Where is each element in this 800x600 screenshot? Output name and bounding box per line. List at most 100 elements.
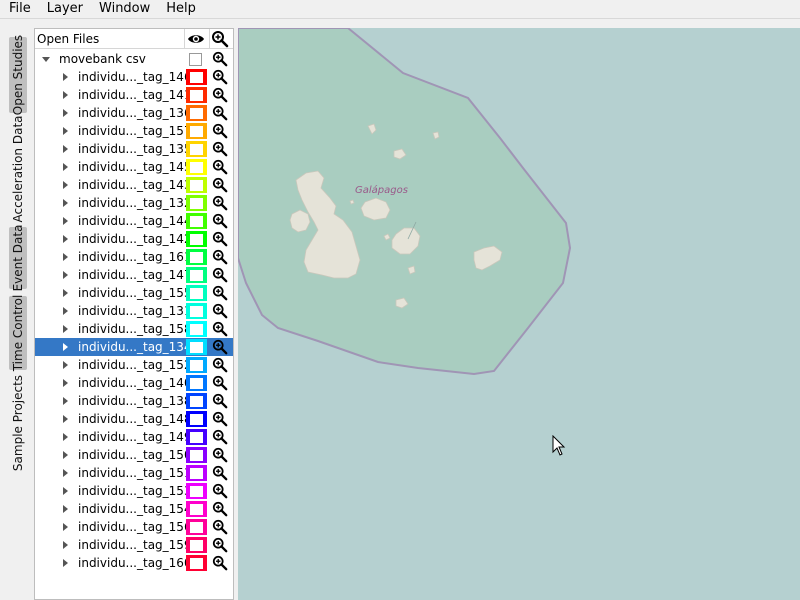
track-color-swatch[interactable] — [186, 393, 207, 409]
track-color-swatch[interactable] — [186, 375, 207, 391]
collapsed-arrow-icon[interactable] — [63, 289, 68, 297]
zoom-to-layer-icon[interactable] — [212, 123, 228, 139]
visibility-checkbox[interactable] — [190, 342, 203, 353]
tree-item-row[interactable]: individu..._tag_144 — [35, 212, 233, 230]
collapsed-arrow-icon[interactable] — [63, 433, 68, 441]
zoom-to-layer-icon[interactable] — [212, 393, 228, 409]
tree-item-row[interactable]: individu..._tag_152 — [35, 356, 233, 374]
visibility-checkbox[interactable] — [190, 486, 203, 497]
zoom-to-layer-icon[interactable] — [212, 231, 228, 247]
track-color-swatch[interactable] — [186, 69, 207, 85]
tree-item-row[interactable]: individu..._tag_135 — [35, 140, 233, 158]
tab-event-data[interactable]: Event Data — [9, 225, 27, 291]
collapsed-arrow-icon[interactable] — [63, 181, 68, 189]
collapsed-arrow-icon[interactable] — [63, 361, 68, 369]
tab-open-studies[interactable]: Open Studies — [9, 35, 27, 115]
track-color-swatch[interactable] — [186, 357, 207, 373]
tree-item-row[interactable]: individu..._tag_132 — [35, 194, 233, 212]
tree-item-row[interactable]: individu..._tag_149 — [35, 428, 233, 446]
visibility-checkbox[interactable] — [190, 180, 203, 191]
zoom-to-layer-icon[interactable] — [212, 177, 228, 193]
zoom-to-layer-icon[interactable] — [212, 339, 228, 355]
track-color-swatch[interactable] — [186, 411, 207, 427]
collapsed-arrow-icon[interactable] — [63, 325, 68, 333]
column-divider[interactable] — [184, 29, 185, 49]
collapsed-arrow-icon[interactable] — [63, 415, 68, 423]
tree-item-row[interactable]: individu..._tag_156 — [35, 518, 233, 536]
tree-item-row[interactable]: individu..._tag_148 — [35, 410, 233, 428]
tree-root-row[interactable]: movebank csv — [35, 50, 233, 68]
zoom-to-layer-icon[interactable] — [212, 375, 228, 391]
tab-sample-projects[interactable]: Sample Projects — [9, 375, 27, 471]
tree-item-row[interactable]: individu..._tag_140 — [35, 374, 233, 392]
zoom-to-layer-icon[interactable] — [212, 519, 228, 535]
track-color-swatch[interactable] — [186, 321, 207, 337]
zoom-to-layer-icon[interactable] — [212, 267, 228, 283]
tree-item-row[interactable]: individu..._tag_151 — [35, 464, 233, 482]
zoom-to-layer-icon[interactable] — [212, 195, 228, 211]
tree-item-row[interactable]: individu..._tag_160 — [35, 554, 233, 572]
tree-item-row[interactable]: individu..._tag_146 — [35, 68, 233, 86]
tree-item-row[interactable]: individu..._tag_142 — [35, 230, 233, 248]
zoom-to-layer-icon[interactable] — [212, 537, 228, 553]
track-color-swatch[interactable] — [186, 303, 207, 319]
menu-layer[interactable]: Layer — [39, 0, 91, 18]
zoom-to-layer-icon[interactable] — [212, 465, 228, 481]
collapsed-arrow-icon[interactable] — [63, 541, 68, 549]
track-color-swatch[interactable] — [186, 555, 207, 571]
track-color-swatch[interactable] — [186, 267, 207, 283]
menu-window[interactable]: Window — [91, 0, 158, 18]
tree-item-row[interactable]: individu..._tag_155 — [35, 284, 233, 302]
zoom-to-layer-icon[interactable] — [212, 87, 228, 103]
visibility-checkbox[interactable] — [190, 198, 203, 209]
track-color-swatch[interactable] — [186, 231, 207, 247]
tree-item-row[interactable]: individu..._tag_150 — [35, 446, 233, 464]
track-color-swatch[interactable] — [186, 249, 207, 265]
collapsed-arrow-icon[interactable] — [63, 451, 68, 459]
collapsed-arrow-icon[interactable] — [63, 91, 68, 99]
tree-item-row[interactable]: individu..._tag_153 — [35, 482, 233, 500]
tree-item-row[interactable]: individu..._tag_157 — [35, 122, 233, 140]
visibility-checkbox[interactable] — [190, 450, 203, 461]
collapsed-arrow-icon[interactable] — [63, 469, 68, 477]
visibility-checkbox[interactable] — [190, 468, 203, 479]
zoom-to-layer-icon[interactable] — [212, 555, 228, 571]
visibility-checkbox[interactable] — [190, 90, 203, 101]
visibility-checkbox[interactable] — [190, 324, 203, 335]
tree-item-row[interactable]: individu..._tag_134 — [35, 338, 233, 356]
zoom-in-icon[interactable] — [211, 30, 229, 48]
track-color-swatch[interactable] — [186, 213, 207, 229]
tree-item-row[interactable]: individu..._tag_147 — [35, 266, 233, 284]
zoom-to-layer-icon[interactable] — [212, 501, 228, 517]
tree-item-row[interactable]: individu..._tag_154 — [35, 500, 233, 518]
collapsed-arrow-icon[interactable] — [63, 199, 68, 207]
expand-arrow-icon[interactable] — [42, 57, 50, 62]
track-color-swatch[interactable] — [186, 159, 207, 175]
zoom-to-layer-icon[interactable] — [212, 213, 228, 229]
column-divider[interactable] — [209, 29, 210, 49]
visibility-checkbox[interactable] — [190, 414, 203, 425]
visibility-checkbox[interactable] — [190, 432, 203, 443]
visibility-checkbox[interactable] — [190, 252, 203, 263]
track-color-swatch[interactable] — [186, 87, 207, 103]
zoom-to-layer-icon[interactable] — [212, 411, 228, 427]
zoom-to-layer-icon[interactable] — [212, 141, 228, 157]
collapsed-arrow-icon[interactable] — [63, 271, 68, 279]
track-color-swatch[interactable] — [186, 447, 207, 463]
visibility-checkbox[interactable] — [190, 360, 203, 371]
track-color-swatch[interactable] — [186, 537, 207, 553]
collapsed-arrow-icon[interactable] — [63, 307, 68, 315]
visibility-checkbox[interactable] — [190, 504, 203, 515]
zoom-to-layer-icon[interactable] — [212, 159, 228, 175]
tab-time-control[interactable]: Time Control — [9, 295, 27, 371]
visibility-checkbox[interactable] — [190, 306, 203, 317]
tree-item-row[interactable]: individu..._tag_161 — [35, 248, 233, 266]
zoom-to-layer-icon[interactable] — [212, 483, 228, 499]
zoom-to-layer-icon[interactable] — [212, 447, 228, 463]
track-color-swatch[interactable] — [186, 429, 207, 445]
collapsed-arrow-icon[interactable] — [63, 379, 68, 387]
zoom-to-layer-icon[interactable] — [212, 249, 228, 265]
collapsed-arrow-icon[interactable] — [63, 127, 68, 135]
zoom-to-layer-icon[interactable] — [212, 285, 228, 301]
collapsed-arrow-icon[interactable] — [63, 163, 68, 171]
